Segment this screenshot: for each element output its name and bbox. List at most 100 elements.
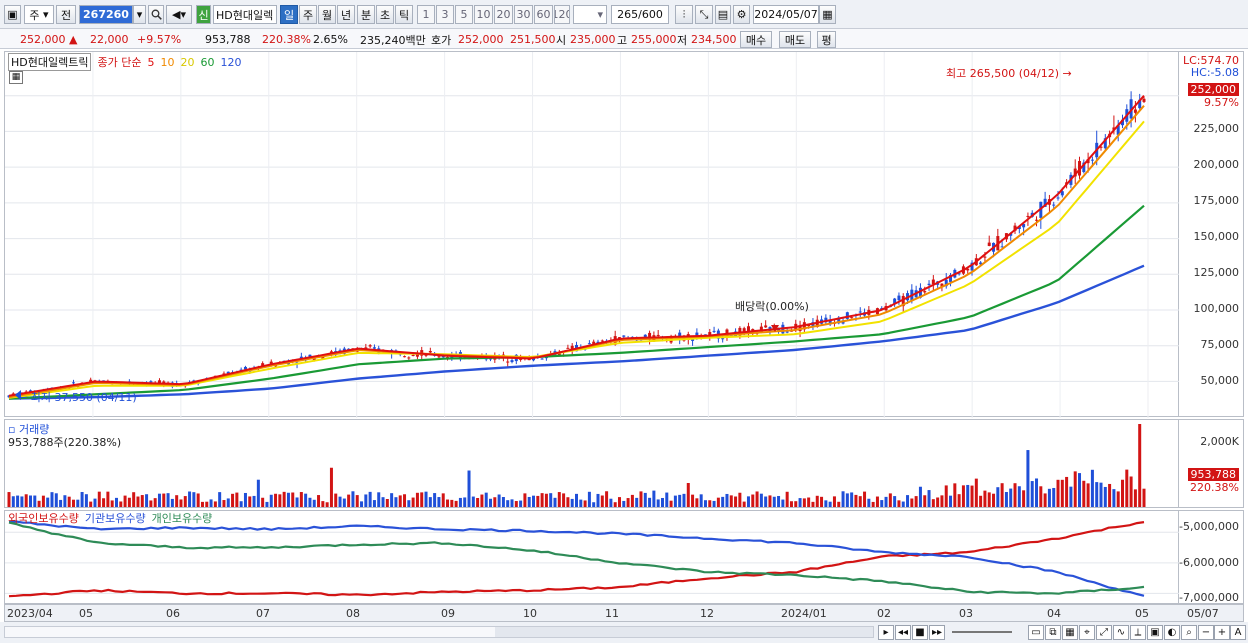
- x-label: 04: [1047, 607, 1061, 620]
- forward-icon[interactable]: ▸▸: [929, 625, 945, 640]
- copy-icon[interactable]: ⧉: [1045, 625, 1061, 640]
- tab-second[interactable]: 초: [376, 5, 394, 24]
- measure-icon[interactable]: ⟂: [1130, 625, 1146, 640]
- zoom-out-icon[interactable]: −: [1198, 625, 1214, 640]
- search-icon[interactable]: [148, 5, 164, 24]
- high-annotation: 최고 265,500 (04/12) →: [946, 67, 1072, 80]
- layout-icon[interactable]: ▭: [1028, 625, 1044, 640]
- candle: [600, 340, 604, 342]
- volume-bar: [222, 500, 226, 507]
- buy-button[interactable]: 매수: [740, 31, 772, 48]
- candle: [983, 256, 987, 258]
- save-icon[interactable]: ▤: [715, 5, 731, 24]
- volume-bar: [961, 485, 965, 507]
- interval-custom-select[interactable]: ▾: [573, 5, 607, 24]
- interval-10[interactable]: 10: [474, 5, 493, 24]
- candle: [437, 356, 441, 358]
- interval-5[interactable]: 5: [455, 5, 473, 24]
- scroll-thumb[interactable]: [5, 627, 495, 637]
- volume-bar: [231, 493, 235, 507]
- interval-60[interactable]: 60: [534, 5, 553, 24]
- image-icon[interactable]: ▣: [1147, 625, 1163, 640]
- volume-bar: [1086, 483, 1090, 507]
- interval-30[interactable]: 30: [514, 5, 533, 24]
- candle: [71, 382, 75, 384]
- volume-bar: [1116, 491, 1120, 507]
- stock-code-input[interactable]: 267260: [79, 5, 133, 24]
- volume-bar: [854, 494, 858, 507]
- volume-bar: [626, 498, 630, 507]
- volume-bar: [261, 497, 265, 507]
- volume-bar: [360, 501, 364, 507]
- gear-icon[interactable]: ⚙: [733, 5, 750, 24]
- rewind-icon[interactable]: ◂◂: [895, 625, 911, 640]
- interval-20[interactable]: 20: [494, 5, 513, 24]
- zoom-icon[interactable]: ⌕: [1181, 625, 1197, 640]
- volume-bar: [489, 498, 493, 507]
- interval-120[interactable]: 120: [554, 5, 570, 24]
- palette-icon[interactable]: ◐: [1164, 625, 1180, 640]
- tab-weekly[interactable]: 주: [299, 5, 317, 24]
- interval-3[interactable]: 3: [436, 5, 454, 24]
- volume-bar: [136, 496, 140, 507]
- prev-button[interactable]: 전: [56, 5, 76, 24]
- wave-icon[interactable]: ∿: [1113, 625, 1129, 640]
- candle: [510, 360, 514, 363]
- line-tool-icon[interactable]: ⤡: [695, 5, 713, 24]
- volume-bar: [123, 495, 127, 507]
- count-input[interactable]: 265/600: [611, 5, 669, 24]
- volume-bar: [480, 494, 484, 507]
- volume-bar: [1065, 476, 1069, 507]
- window-menu-icon[interactable]: ▣: [4, 5, 21, 24]
- volume-bar: [175, 495, 179, 507]
- interval-1[interactable]: 1: [417, 5, 435, 24]
- candle-type-icon[interactable]: ⫶: [675, 5, 693, 24]
- volume-bar: [127, 497, 131, 507]
- bid-price: 251,500: [510, 33, 556, 46]
- volume-bar: [235, 492, 239, 507]
- grid-icon[interactable]: ▦: [1062, 625, 1078, 640]
- sell-button[interactable]: 매도: [779, 31, 811, 48]
- text-size-icon[interactable]: A: [1230, 625, 1246, 640]
- volume-bar: [712, 500, 716, 507]
- volume-bar: [304, 493, 308, 507]
- volume-bar: [970, 485, 974, 507]
- legend-institution: 기관보유수량: [84, 512, 146, 525]
- cursor-icon[interactable]: ⌖: [1079, 625, 1095, 640]
- volume-bar: [850, 492, 854, 507]
- volume-bar: [463, 497, 467, 507]
- high-price: 255,000: [631, 33, 677, 46]
- tab-minute[interactable]: 분: [357, 5, 375, 24]
- volume-bar: [519, 500, 523, 507]
- volume-bar: [20, 496, 24, 507]
- trend-icon[interactable]: ⤢: [1096, 625, 1112, 640]
- tab-daily[interactable]: 일: [280, 5, 298, 24]
- volume-bar: [1009, 488, 1013, 507]
- volume-bar: [437, 497, 441, 507]
- sound-icon[interactable]: ◀▾: [166, 5, 192, 24]
- volume-bar: [579, 499, 583, 507]
- volume-bar: [660, 497, 664, 507]
- stop-icon[interactable]: ■: [912, 625, 928, 640]
- volume-bar: [734, 496, 738, 507]
- zoom-in-icon[interactable]: +: [1214, 625, 1230, 640]
- period-select[interactable]: 주 ▾: [24, 5, 54, 24]
- scroll-right-icon[interactable]: ▸: [878, 625, 894, 640]
- price-panel[interactable]: [4, 51, 1180, 418]
- date-input[interactable]: 2024/05/07: [753, 5, 819, 24]
- eval-button[interactable]: 평: [817, 31, 836, 48]
- code-dropdown-icon[interactable]: ▾: [133, 5, 146, 24]
- calendar-icon[interactable]: ▦: [819, 5, 836, 24]
- zoom-slider[interactable]: [952, 631, 1012, 633]
- volume-panel[interactable]: [4, 419, 1179, 508]
- calculator-icon[interactable]: ▦: [9, 71, 23, 84]
- open-label: 시: [556, 33, 567, 47]
- candle: [656, 334, 660, 336]
- tab-tick[interactable]: 틱: [395, 5, 413, 24]
- volume-bar: [777, 495, 781, 507]
- volume-bar: [218, 492, 222, 507]
- volume-bar: [656, 499, 660, 507]
- tab-monthly[interactable]: 월: [318, 5, 336, 24]
- tab-yearly[interactable]: 년: [337, 5, 355, 24]
- scroll-track[interactable]: [4, 626, 874, 638]
